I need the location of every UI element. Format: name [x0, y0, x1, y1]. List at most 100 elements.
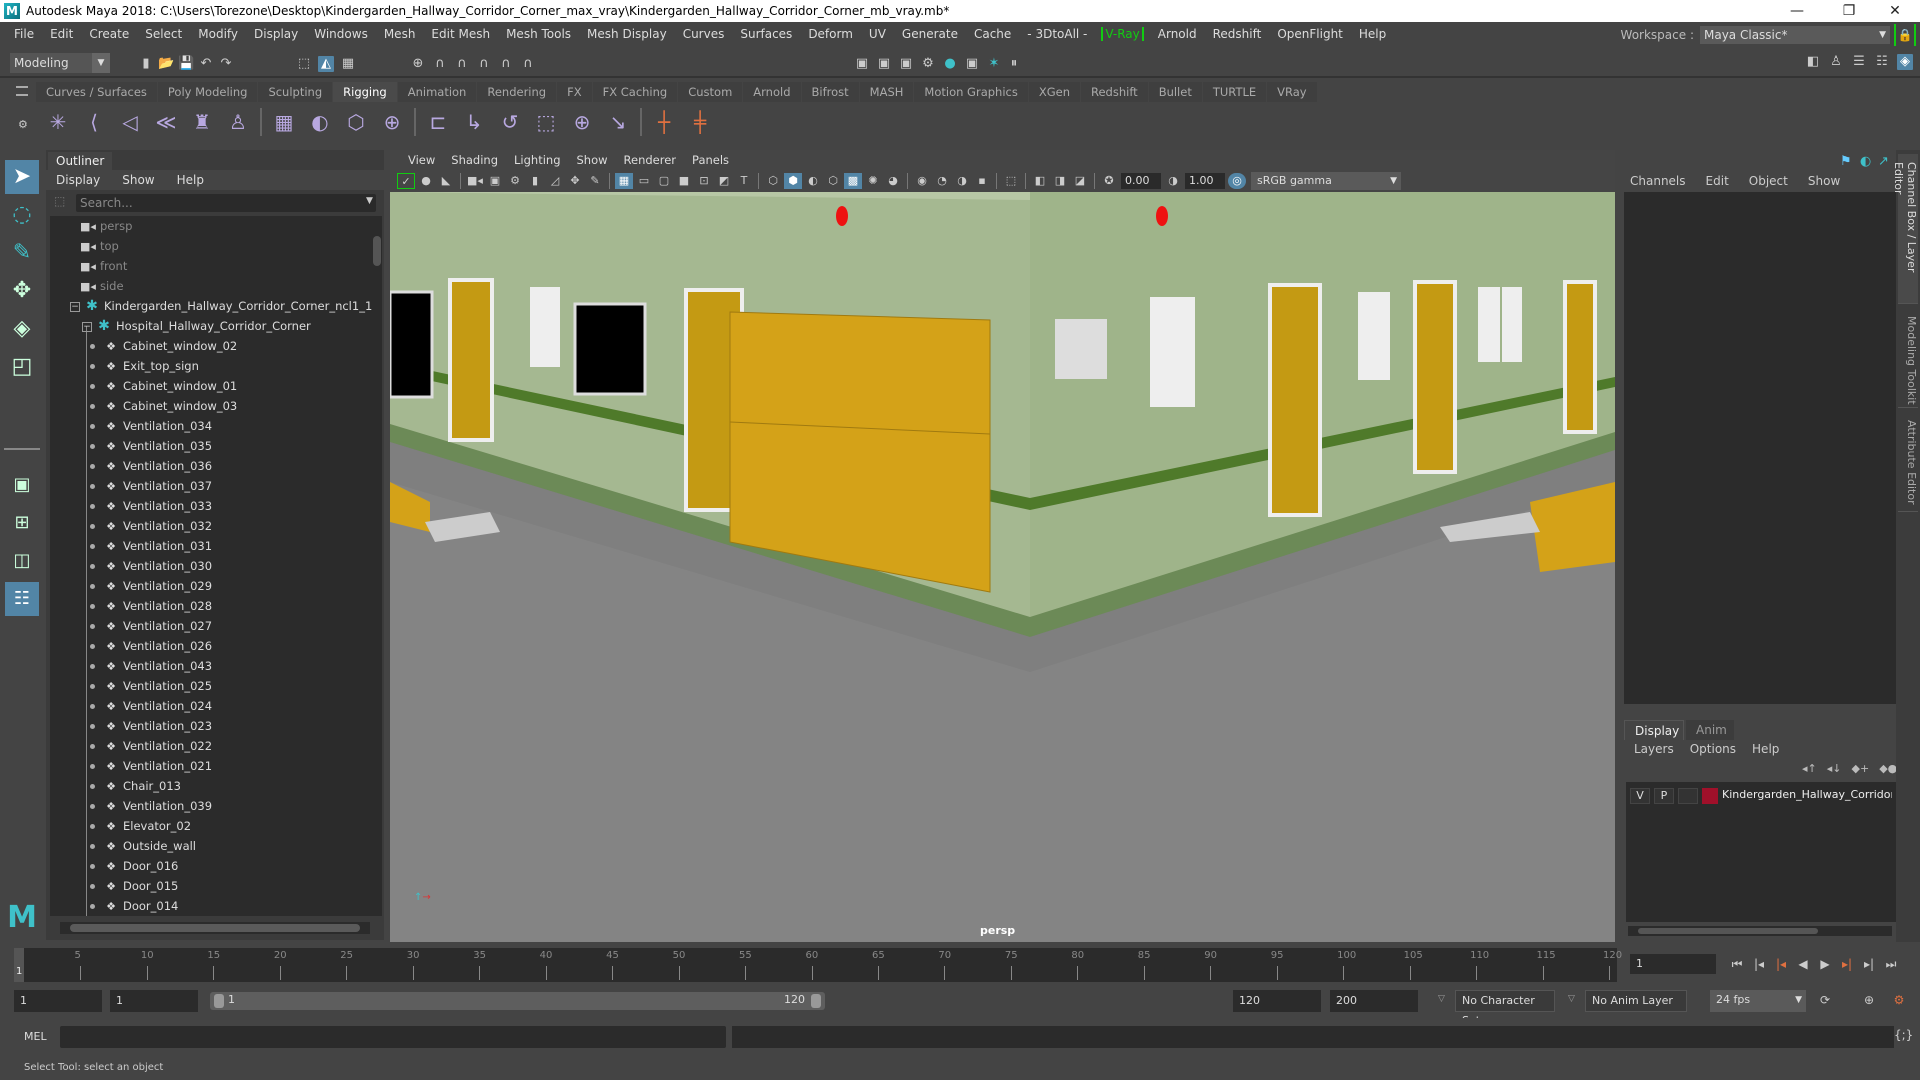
tree-node-mesh[interactable]: ❖ Exit_top_sign [50, 356, 376, 376]
timeline-ruler[interactable]: 1 5 10 15 20 25 30 35 40 45 50 55 60 65 70 75 80 85 90 95 1… [14, 948, 1622, 982]
menu-help[interactable]: Help [1351, 27, 1394, 41]
shelf-tab-animation[interactable]: Animation [397, 82, 477, 102]
playback-end-field[interactable]: 120 [1233, 990, 1321, 1012]
ik-handle-icon[interactable]: ≪ [148, 107, 184, 137]
layer-playback-toggle[interactable]: P [1654, 788, 1674, 804]
tree-node-camera[interactable]: ■◂ side [50, 276, 376, 296]
paint-weights-icon[interactable]: ◐ [302, 107, 338, 137]
snap-projected-center-icon[interactable]: ∩ [476, 56, 492, 72]
point-constraint-icon[interactable]: ↳ [456, 107, 492, 137]
chevron-down-icon[interactable]: ▼ [366, 196, 373, 206]
menu-display[interactable]: Display [246, 27, 306, 41]
step-back-key-icon[interactable]: |◂ [1750, 954, 1768, 974]
smooth-shade-icon[interactable]: ⬢ [784, 173, 802, 189]
loop-icon[interactable]: ⟳ [1816, 990, 1834, 1010]
channel-box-toggle-icon[interactable]: ◈ [1897, 54, 1913, 70]
select-camera-icon[interactable]: ● [417, 173, 435, 189]
menu-arnold[interactable]: Arnold [1150, 27, 1205, 41]
select-object-icon[interactable]: ◭ [318, 56, 334, 72]
layer-menu-layers[interactable]: Layers [1634, 742, 1674, 756]
snap-point-icon[interactable]: ∩ [454, 56, 470, 72]
select-component-icon[interactable]: ▦ [340, 56, 356, 72]
select-tool-icon[interactable]: ➤ [5, 160, 39, 194]
mirror-joint-icon[interactable]: ◁ [112, 107, 148, 137]
camera-settings-icon[interactable]: ⚙ [506, 173, 524, 189]
channel-menu-show[interactable]: Show [1808, 174, 1840, 188]
default-material-icon[interactable]: ◐ [804, 173, 822, 189]
bookmark-icon[interactable]: ▮ [526, 173, 544, 189]
ipr-render-icon[interactable]: ▣ [898, 56, 914, 72]
play-forwards-icon[interactable]: ▶ [1816, 954, 1834, 974]
character-set-dropdown[interactable]: No Character Set [1455, 990, 1555, 1027]
screen-space-ao-icon[interactable]: ◉ [913, 173, 931, 189]
menu-openflight[interactable]: OpenFlight [1269, 27, 1351, 41]
viewport-3d-scene[interactable]: ↑→ persp [390, 192, 1615, 942]
parent-constraint-icon[interactable]: ⊏ [420, 107, 456, 137]
wireframe-icon[interactable]: ⬡ [764, 173, 782, 189]
tree-node-mesh[interactable]: ❖ Cabinet_window_02 [50, 336, 376, 356]
anim-layer-chevron-icon[interactable]: ▽ [1568, 994, 1575, 1004]
workspace-lock-icon[interactable]: 🔒 [1894, 24, 1916, 46]
depth-of-field-icon[interactable]: ▪ [973, 173, 991, 189]
shelf-tab-redshift[interactable]: Redshift [1081, 82, 1148, 102]
menu-surfaces[interactable]: Surfaces [732, 27, 800, 41]
tree-node-camera[interactable]: ■◂ persp [50, 216, 376, 236]
character-controls-toggle-icon[interactable]: ♙ [1828, 54, 1844, 70]
move-layer-up-icon[interactable]: ◂↑ [1802, 762, 1817, 775]
layer-editor-toggle-icon[interactable]: ◐ [1860, 154, 1871, 169]
menu-create[interactable]: Create [81, 27, 137, 41]
grid-icon[interactable]: ▦ [615, 173, 633, 189]
shelf-tab-xgen[interactable]: XGen [1028, 82, 1080, 102]
character-set-chevron-icon[interactable]: ▽ [1438, 994, 1445, 1004]
shelf-tab-bifrost[interactable]: Bifrost [801, 82, 859, 102]
new-layer-selected-icon[interactable]: ◆● [1879, 762, 1897, 775]
viewport-menu-shading[interactable]: Shading [443, 153, 506, 167]
grease-pencil-icon[interactable]: ✎ [586, 173, 604, 189]
tree-node-mesh[interactable]: ❖ Ventilation_022 [50, 736, 376, 756]
pole-vector-icon[interactable]: ↘ [600, 107, 636, 137]
render-frame-icon[interactable]: ▣ [854, 56, 870, 72]
insert-joint-icon[interactable]: ⟨ [76, 107, 112, 137]
maximize-button[interactable]: ❐ [1826, 0, 1872, 22]
orient-constraint-icon[interactable]: ↺ [492, 107, 528, 137]
channel-box-toggle-icon[interactable]: ⚑ [1840, 154, 1852, 169]
script-editor-icon[interactable]: {;} [1894, 1028, 1913, 1042]
lattice-icon[interactable]: ⬡ [338, 107, 374, 137]
cluster-icon[interactable]: ⊕ [374, 107, 410, 137]
tree-node-mesh[interactable]: ❖ Ventilation_033 [50, 496, 376, 516]
animation-start-field[interactable]: 1 [14, 990, 102, 1012]
tree-node-mesh[interactable]: ❖ Ventilation_027 [50, 616, 376, 636]
shelf-tab-rigging[interactable]: Rigging [333, 82, 397, 102]
shelf-tab-bullet[interactable]: Bullet [1148, 82, 1202, 102]
redo-icon[interactable]: ↷ [218, 56, 234, 72]
tree-node-root[interactable]: − ✱ Kindergarden_Hallway_Corridor_Corner_n… [50, 296, 376, 316]
menu-set-dropdown[interactable]: Modeling ▼ [10, 53, 110, 73]
range-slider[interactable]: 1 120 [210, 992, 825, 1010]
layer-name[interactable]: Kindergarden_Hallway_Corridor_Corner [1722, 788, 1892, 801]
pause-icon[interactable]: ⏸ [1006, 56, 1022, 72]
outliner-search-input[interactable]: Search... [76, 194, 376, 212]
vray-light-icon[interactable]: ✶ [986, 56, 1002, 72]
menu-edit[interactable]: Edit [42, 27, 81, 41]
scroll-thumb[interactable] [1638, 928, 1818, 934]
quick-rig-icon[interactable]: ♜ [184, 107, 220, 137]
viewport-menu-show[interactable]: Show [569, 153, 616, 167]
tree-node-mesh[interactable]: ❖ Cabinet_window_03 [50, 396, 376, 416]
menu-select[interactable]: Select [137, 27, 190, 41]
hypershade-icon[interactable]: ● [942, 56, 958, 72]
range-start-handle[interactable] [214, 994, 224, 1008]
side-tab-attribute-editor[interactable]: Attribute Editor [1898, 412, 1918, 512]
channel-menu-edit[interactable]: Edit [1706, 174, 1729, 188]
close-button[interactable]: ✕ [1872, 0, 1918, 22]
snap-curve-icon[interactable]: ∩ [432, 56, 448, 72]
tree-node-mesh[interactable]: ❖ Ventilation_021 [50, 756, 376, 776]
aim-constraint-icon[interactable]: ⊕ [564, 107, 600, 137]
channel-menu-channels[interactable]: Channels [1630, 174, 1686, 188]
step-forward-frame-icon[interactable]: ▸| [1838, 954, 1856, 974]
minimize-button[interactable]: — [1774, 0, 1820, 22]
attribute-editor-toggle-icon[interactable]: ☰ [1851, 54, 1867, 70]
outliner-layout-icon[interactable]: ☷ [5, 582, 39, 616]
shelf-tab-motion-graphics[interactable]: Motion Graphics [914, 82, 1028, 102]
tree-node-mesh[interactable]: ❖ Ventilation_031 [50, 536, 376, 556]
new-empty-layer-icon[interactable]: ◆+ [1852, 762, 1870, 775]
